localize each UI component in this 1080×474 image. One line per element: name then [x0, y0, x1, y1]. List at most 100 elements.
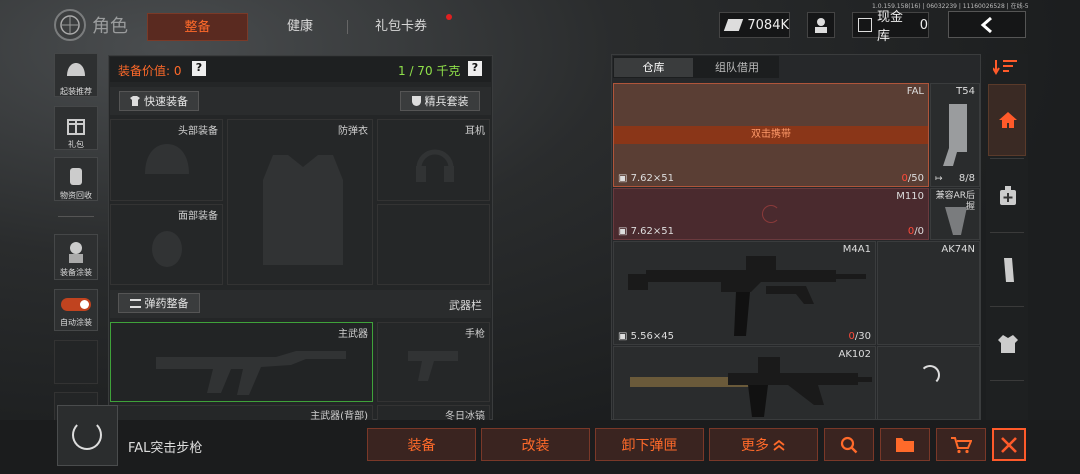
- cart-icon: [951, 436, 972, 453]
- close-icon: [1001, 436, 1017, 453]
- currency-value: 7084K: [747, 17, 789, 33]
- tab-health[interactable]: 健康: [270, 13, 330, 41]
- slot-head[interactable]: 头部装备: [110, 119, 223, 201]
- clapper-icon: [896, 437, 914, 452]
- sidebar-label: 装备涂装: [60, 268, 92, 277]
- elite-set-button[interactable]: 精兵套装: [400, 91, 480, 111]
- slot-empty[interactable]: [377, 204, 490, 285]
- chevron-left-icon: [980, 16, 992, 33]
- folder-button[interactable]: [880, 428, 930, 461]
- ammo-icon: ▣: [618, 331, 631, 342]
- ammo-prep-button[interactable]: 弹药整备: [118, 293, 200, 313]
- sidebar-label: 起装推荐: [60, 87, 92, 96]
- storage-item-t54[interactable]: T54 ↦ 8/8: [930, 83, 980, 187]
- tab-storage[interactable]: 仓库: [614, 58, 693, 77]
- helmet-silhouette-icon: [145, 144, 189, 174]
- tab-divider: [347, 20, 348, 34]
- slot-primary-label: 主武器: [338, 329, 368, 340]
- equipment-value: 装备价值: 0: [118, 64, 182, 78]
- rifle-m4a1-icon: [628, 256, 866, 336]
- selected-item-name: FAL突击步枪: [128, 441, 203, 456]
- cash-vault-chip[interactable]: 现金库 0: [852, 10, 929, 44]
- loading-spinner: [762, 205, 780, 223]
- ammo-icon: [129, 298, 141, 308]
- grip-icon: [945, 207, 967, 235]
- sidebar-item-recommend[interactable]: 起装推荐: [54, 53, 98, 97]
- double-chevron-up-icon: [773, 439, 785, 451]
- shield-icon: [411, 96, 421, 106]
- storage-item-m4a1[interactable]: M4A1 ▣ 5.56×45 0/30: [613, 241, 876, 345]
- close-button[interactable]: [992, 428, 1026, 461]
- search-button[interactable]: [824, 428, 874, 461]
- item-name: AK74N: [941, 244, 975, 255]
- selected-item-thumb: [57, 405, 118, 466]
- rifle-ak102-icon: [630, 357, 872, 417]
- loading-spinner: [920, 365, 940, 385]
- top-bar: 角色 整备 健康 礼包卡券 1.0.159.158(16) | 06032239…: [0, 0, 1080, 48]
- slot-earphone[interactable]: 耳机: [377, 119, 490, 201]
- item-name: T54: [956, 86, 975, 97]
- item-ammo: ▣ 7.62×51: [618, 226, 675, 237]
- ammo-prep-label: 弹药整备: [144, 297, 189, 310]
- filter-shirt-icon[interactable]: [990, 326, 1026, 362]
- auto-skin-toggle[interactable]: [61, 298, 91, 311]
- notification-dot: [446, 14, 452, 20]
- slot-melee[interactable]: 冬日冰镐: [377, 405, 490, 422]
- tab-team-borrow[interactable]: 组队借用: [697, 58, 777, 77]
- storage-item-ar-grip[interactable]: 兼容AR后握: [930, 188, 980, 240]
- modify-button[interactable]: 改装: [481, 428, 590, 461]
- equipment-value-bar: 装备价值: 0 ? 1 / 70 千克: [110, 57, 491, 82]
- filter-magazine-icon[interactable]: [990, 252, 1026, 288]
- gift-icon: [67, 119, 85, 135]
- storage-item-empty[interactable]: [877, 346, 980, 420]
- sidebar-empty-slot: [54, 340, 98, 384]
- operator-button[interactable]: [807, 12, 835, 38]
- sidebar-label: 物资回收: [60, 191, 92, 200]
- slot-face[interactable]: 面部装备: [110, 204, 223, 285]
- slot-armor[interactable]: 防弹衣: [227, 119, 373, 285]
- transfer-icon: ↦: [935, 174, 943, 184]
- item-name: FAL: [906, 86, 924, 97]
- value-help-button[interactable]: ?: [192, 61, 206, 76]
- storage-item-m110[interactable]: M110 ▣ 7.62×51 0/0: [613, 188, 929, 240]
- filter-medical-icon[interactable]: [990, 178, 1026, 214]
- helmet-icon: [67, 63, 85, 76]
- slot-pistol[interactable]: 手枪: [377, 322, 490, 402]
- search-icon: [840, 436, 858, 453]
- more-button[interactable]: 更多: [709, 428, 818, 461]
- tab-gift-coupons[interactable]: 礼包卡券: [360, 13, 442, 41]
- storage-item-fal[interactable]: FAL 双击携带 ▣ 7.62×51 0/50: [613, 83, 929, 187]
- slot-head-label: 头部装备: [178, 126, 218, 137]
- sidebar-item-gift[interactable]: 礼包: [54, 106, 98, 150]
- more-label: 更多: [741, 437, 769, 454]
- cart-button[interactable]: [936, 428, 986, 461]
- sidebar-label: 自动涂装: [60, 318, 92, 327]
- sidebar-item-auto-skin[interactable]: 自动涂装: [54, 289, 98, 331]
- storage-item-ak102[interactable]: AK102: [613, 346, 876, 420]
- banknote-icon: [723, 19, 744, 31]
- filter-home[interactable]: [988, 84, 1026, 156]
- sidebar-item-skins[interactable]: 装备涂装: [54, 234, 98, 280]
- item-ammo: ▣ 7.62×51: [618, 173, 675, 184]
- weapon-bar-label: 武器栏: [449, 299, 482, 312]
- quick-equip-button[interactable]: 快速装备: [119, 91, 199, 111]
- currency-chip[interactable]: 7084K: [719, 12, 790, 38]
- soldier-skin-icon: [69, 242, 83, 263]
- soldier-icon: [815, 18, 827, 33]
- backpack-icon: [70, 168, 82, 185]
- tab-loadout[interactable]: 整备: [147, 13, 248, 41]
- slot-primary-weapon[interactable]: 主武器: [110, 322, 373, 402]
- rifle-silhouette-icon: [156, 351, 346, 395]
- sort-icon[interactable]: [992, 58, 1019, 78]
- unload-magazine-button[interactable]: 卸下弹匣: [595, 428, 704, 461]
- storage-item-ak74n[interactable]: AK74N: [877, 241, 980, 345]
- vault-icon: [858, 18, 872, 32]
- sidebar-label: 礼包: [68, 140, 84, 149]
- page-title: 角色: [92, 16, 128, 37]
- headset-silhouette-icon: [416, 149, 454, 182]
- equip-button[interactable]: 装备: [367, 428, 476, 461]
- slot-primary-back[interactable]: 主武器(背部): [110, 405, 373, 422]
- back-button[interactable]: [948, 11, 1026, 38]
- sidebar-item-recycle[interactable]: 物资回收: [54, 157, 98, 201]
- weight-help-button[interactable]: ?: [468, 61, 482, 76]
